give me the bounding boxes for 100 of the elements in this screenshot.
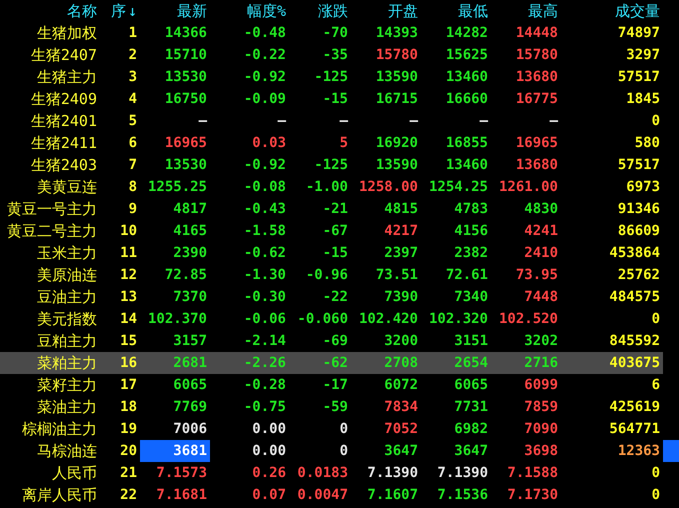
column-header[interactable]: 最新	[140, 2, 210, 20]
table-cell: -21	[322, 201, 348, 217]
table-cell: 6072	[384, 377, 418, 393]
table-cell: 13590	[376, 69, 418, 85]
column-header[interactable]: 涨跌	[289, 2, 351, 20]
table-cell: 16965	[516, 135, 558, 151]
table-cell: -17	[322, 377, 348, 393]
table-cell: 580	[634, 135, 660, 151]
column-header[interactable]: 开盘	[351, 2, 421, 20]
table-cell: 6065	[173, 377, 207, 393]
table-row[interactable]: 生猪2403 7 13530 -0.92 -125 13590 13460 13680 57517	[0, 154, 679, 176]
table-row[interactable]: 生猪2409 4 16750 -0.09 -15 16715 16660 16775 1845	[0, 88, 679, 110]
instrument-name: 黄豆二号主力	[6, 221, 98, 242]
instrument-name: 离岸人民币	[21, 485, 98, 506]
table-cell: —	[410, 113, 418, 129]
table-cell: 2390	[173, 245, 207, 261]
table-cell: -22	[322, 289, 348, 305]
table-cell: 0.26	[252, 465, 286, 481]
table-cell: 7052	[384, 421, 418, 437]
table-cell: 7.1573	[156, 465, 207, 481]
table-row[interactable]: 人民币 21 7.1573 0.26 0.0183 7.1390 7.1390 7.1588 0	[0, 462, 679, 484]
instrument-name: 生猪2403	[30, 155, 98, 176]
table-cell: 13460	[446, 69, 488, 85]
table-cell: -1.30	[244, 267, 286, 283]
table-row[interactable]: 菜粕主力 16 2681 -2.26 -62 2708 2654 2716 403675	[0, 352, 663, 374]
instrument-name: 菜油主力	[36, 397, 98, 418]
table-row[interactable]: 离岸人民币 22 7.1681 0.07 0.0047 7.1607 7.1536 7.1730 0	[0, 484, 679, 506]
table-cell: -70	[322, 25, 348, 41]
table-cell: 2716	[524, 355, 558, 371]
table-cell: -0.09	[244, 91, 286, 107]
table-cell: 14366	[164, 25, 207, 41]
table-cell: 0	[340, 443, 348, 459]
table-cell: 7859	[524, 399, 558, 415]
table-cell: -0.62	[244, 245, 286, 261]
table-cell: 1255.25	[148, 179, 207, 195]
table-cell: 15710	[164, 47, 207, 63]
column-header[interactable]: 幅度%	[210, 2, 289, 20]
table-cell: 3647	[384, 443, 418, 459]
table-cell: 6973	[626, 179, 660, 195]
table-cell: 102.370	[148, 311, 207, 327]
table-cell: -0.92	[244, 69, 286, 85]
table-row[interactable]: 菜油主力 18 7769 -0.75 -59 7834 7731 7859 425619	[0, 396, 679, 418]
table-row[interactable]: 菜籽主力 17 6065 -0.28 -17 6072 6065 6099 6	[0, 374, 679, 396]
table-cell: —	[550, 113, 558, 129]
column-header[interactable]: 成交量	[561, 2, 663, 20]
table-row[interactable]: 豆油主力 13 7370 -0.30 -22 7390 7340 7448 484575	[0, 286, 679, 308]
table-cell: 7.1607	[367, 487, 418, 503]
table-cell: 7769	[173, 399, 207, 415]
table-cell: 7340	[454, 289, 488, 305]
table-cell: -0.060	[297, 311, 348, 327]
table-row[interactable]: 棕榈油主力 19 7006 0.00 0 7052 6982 7090 564771	[0, 418, 679, 440]
table-cell: -1.00	[306, 179, 348, 195]
column-header[interactable]: 最高	[491, 2, 561, 20]
table-cell: 14282	[446, 25, 488, 41]
table-cell: 2382	[454, 245, 488, 261]
table-row[interactable]: 黄豆一号主力 9 4817 -0.43 -21 4815 4783 4830 91346	[0, 198, 679, 220]
column-header[interactable]: 序↓	[100, 2, 140, 20]
table-cell: 6099	[524, 377, 558, 393]
table-cell: 16775	[516, 91, 558, 107]
column-header[interactable]: 名称	[0, 2, 100, 20]
table-cell: —	[340, 113, 348, 129]
table-cell: 72.61	[446, 267, 488, 283]
table-cell: -0.92	[244, 157, 286, 173]
table-cell: -62	[322, 355, 348, 371]
table-cell: 0.00	[252, 421, 286, 437]
table-cell: 453864	[609, 245, 660, 261]
table-cell: —	[278, 113, 286, 129]
table-row[interactable]: 生猪2411 6 16965 0.03 5 16920 16855 16965 580	[0, 132, 679, 154]
table-cell: 6982	[454, 421, 488, 437]
table-row[interactable]: 生猪2401 5 — — — — — — 0	[0, 110, 679, 132]
table-cell: 1258.00	[358, 179, 418, 195]
table-cell: 1261.00	[498, 179, 558, 195]
table-row[interactable]: 美原油连 12 72.85 -1.30 -0.96 73.51 72.61 73.95 25762	[0, 264, 679, 286]
table-cell: 7834	[384, 399, 418, 415]
table-row[interactable]: 玉米主力 11 2390 -0.62 -15 2397 2382 2410 453864	[0, 242, 679, 264]
table-row[interactable]: 生猪主力 3 13530 -0.92 -125 13590 13460 13680 57517	[0, 66, 679, 88]
table-row[interactable]: 马棕油连 20 3681 0.00 0 3647 3647 3698 12363	[0, 440, 679, 462]
table-cell: 16855	[446, 135, 488, 151]
row-number: 17	[119, 376, 138, 395]
table-row[interactable]: 黄豆二号主力 10 4165 -1.58 -67 4217 4156 4241 86609	[0, 220, 679, 242]
table-cell: -15	[322, 91, 348, 107]
table-cell: 86609	[618, 223, 660, 239]
table-cell: 15625	[446, 47, 488, 63]
table-row[interactable]: 生猪加权 1 14366 -0.48 -70 14393 14282 14448 74897	[0, 22, 679, 44]
table-row[interactable]: 生猪2407 2 15710 -0.22 -35 15780 15625 15780 3297	[0, 44, 679, 66]
table-cell: 4815	[384, 201, 418, 217]
table-row[interactable]: 美元指数 14 102.370 -0.06 -0.060 102.420 102.320 102.520 0	[0, 308, 679, 330]
instrument-name: 人民币	[51, 463, 98, 484]
table-cell: -0.22	[244, 47, 286, 63]
table-cell: 0.07	[252, 487, 286, 503]
table-row[interactable]: 豆粕主力 15 3157 -2.14 -69 3200 3151 3202 845592	[0, 330, 679, 352]
table-cell: 5	[340, 135, 348, 151]
instrument-name: 美原油连	[36, 265, 98, 286]
table-cell: 0	[652, 465, 660, 481]
table-cell: 6065	[454, 377, 488, 393]
table-cell: 7.1681	[156, 487, 207, 503]
table-cell: 14393	[376, 25, 418, 41]
table-cell: 7448	[524, 289, 558, 305]
column-header[interactable]: 最低	[421, 2, 491, 20]
table-row[interactable]: 美黄豆连 8 1255.25 -0.08 -1.00 1258.00 1254.25 1261.00 6973	[0, 176, 679, 198]
